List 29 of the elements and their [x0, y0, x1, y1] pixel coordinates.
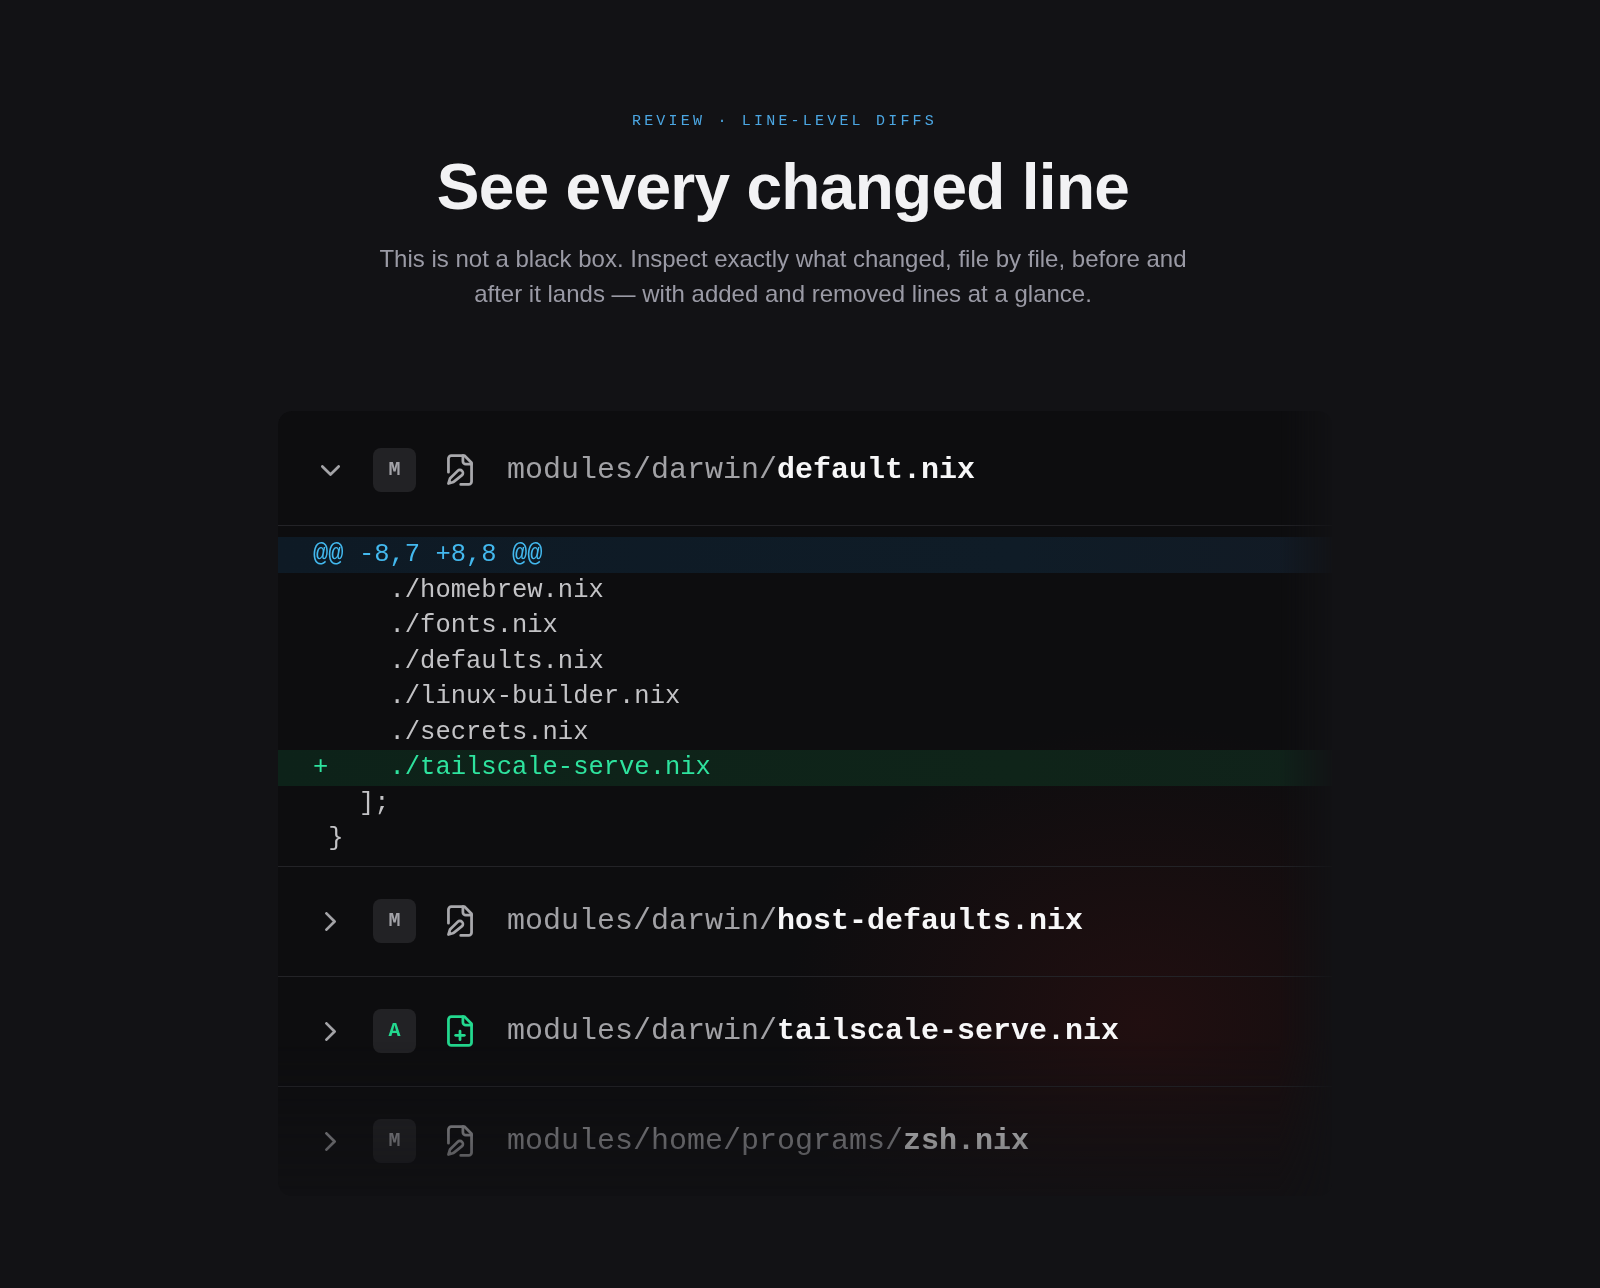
status-badge: M — [373, 448, 416, 492]
chevron-right-icon[interactable] — [324, 1021, 336, 1041]
hunk-header: @@ -8,7 +8,8 @@ — [278, 537, 1332, 573]
file-path[interactable]: modules/darwin/host-defaults.nix — [507, 898, 1084, 944]
chevron-down-icon[interactable] — [320, 464, 340, 476]
code-line: ./fonts.nix — [389, 611, 558, 640]
added-sign: + — [313, 753, 329, 782]
code-line: ./secrets.nix — [389, 717, 589, 747]
status-badge: M — [373, 1119, 416, 1163]
status-badge: A — [373, 1009, 416, 1053]
code-line: ]; — [358, 788, 390, 818]
file-pencil-icon — [447, 905, 473, 937]
status-badge: M — [373, 899, 416, 943]
code-line: } — [328, 824, 344, 853]
code-line: ./defaults.nix — [389, 646, 604, 676]
chevron-right-icon[interactable] — [324, 911, 336, 931]
page-subtitle: This is not a black box. Inspect exactly what changed, file by file, before and after it lands — with added and removed lines at a glance. — [378, 244, 1188, 309]
file-path[interactable]: modules/darwin/tailscale-serve.nix — [507, 1008, 1120, 1054]
file-pencil-icon — [447, 454, 473, 486]
eyebrow-label: REVIEW · LINE-LEVEL DIFFS — [630, 113, 937, 131]
file-plus-icon — [447, 1015, 473, 1047]
chevron-right-icon[interactable] — [324, 1131, 336, 1151]
code-line: ./linux-builder.nix — [389, 682, 681, 711]
file-path[interactable]: modules/darwin/default.nix — [507, 447, 976, 493]
code-line: ./homebrew.nix — [389, 575, 604, 605]
file-pencil-icon — [447, 1125, 473, 1157]
file-path[interactable]: modules/home/programs/zsh.nix — [507, 1118, 1030, 1164]
page-title: See every changed line — [436, 151, 1130, 223]
code-line: ./tailscale-serve.nix — [389, 753, 711, 782]
